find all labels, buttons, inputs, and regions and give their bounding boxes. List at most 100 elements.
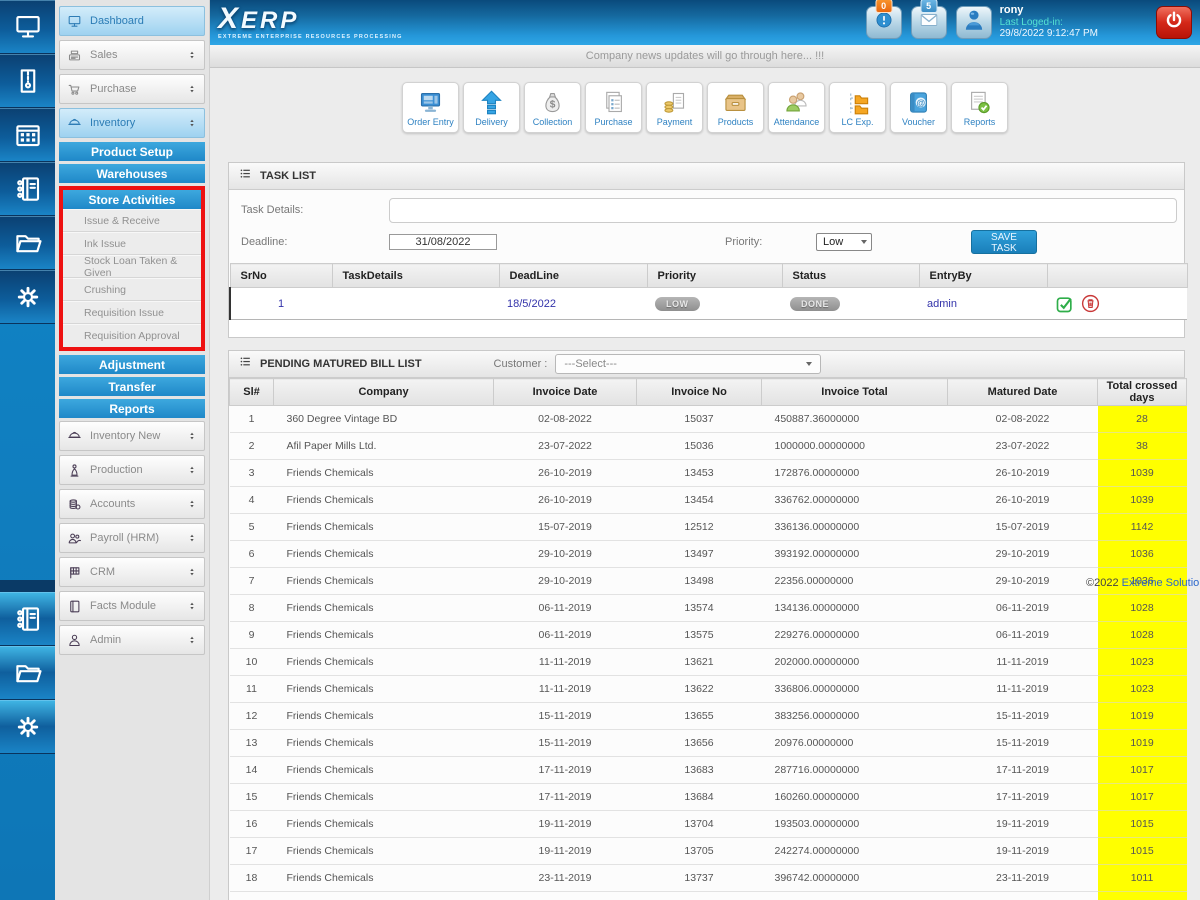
sidebar-section-transfer[interactable]: Transfer bbox=[59, 377, 205, 396]
sidebar-item-facts-module[interactable]: Facts Module bbox=[59, 591, 205, 621]
bill-invoice-no: 13574 bbox=[636, 594, 762, 622]
sidebar-item-payroll-hrm[interactable]: Payroll (HRM) bbox=[59, 523, 205, 553]
sort-icon bbox=[190, 534, 194, 542]
task-list-panel: TASK LIST Task Details: Deadline: Priori… bbox=[228, 162, 1188, 338]
power-icon bbox=[1163, 9, 1185, 36]
toolbar-lc-exp-button[interactable]: LC Exp. bbox=[829, 82, 886, 133]
customer-select[interactable]: ---Select--- bbox=[555, 354, 822, 374]
sidebar-item-admin[interactable]: Admin bbox=[59, 625, 205, 655]
sidebar-item-dashboard[interactable]: Dashboard bbox=[59, 6, 205, 36]
sidebar-section-adjustment[interactable]: Adjustment bbox=[59, 355, 205, 374]
pawn-icon bbox=[70, 463, 79, 477]
sidebar-item-inventory[interactable]: Inventory bbox=[59, 108, 205, 138]
sidebar-section-product-setup[interactable]: Product Setup bbox=[59, 142, 205, 161]
deadline-input[interactable] bbox=[389, 234, 497, 250]
bill-crossed-days: 1039 bbox=[1097, 459, 1187, 487]
strip-folder-button[interactable] bbox=[0, 216, 55, 270]
strip-monitor-button[interactable] bbox=[0, 0, 55, 54]
store-activity-ink-issue[interactable]: Ink Issue bbox=[63, 232, 201, 255]
bill-company: Friends Chemicals bbox=[273, 783, 494, 811]
strip-gap bbox=[0, 324, 55, 580]
store-activity-requisition-issue[interactable]: Requisition Issue bbox=[63, 301, 201, 324]
user-avatar[interactable] bbox=[955, 6, 992, 39]
toolbar-purchase-button[interactable]: Purchase bbox=[585, 82, 642, 133]
bill-invoice-no: 15036 bbox=[636, 432, 762, 460]
toolbar-collection-button[interactable]: $ Collection bbox=[524, 82, 581, 133]
sidebar-item-production[interactable]: Production bbox=[59, 455, 205, 485]
copyright: ©2022 Extreme Solutions. bbox=[1086, 577, 1200, 589]
sidebar-item-purchase[interactable]: Purchase bbox=[59, 74, 205, 104]
folder-icon bbox=[15, 234, 42, 252]
strip-gear-button[interactable] bbox=[0, 270, 55, 324]
task-details-input[interactable] bbox=[389, 198, 1177, 223]
sidebar-item-crm[interactable]: CRM bbox=[59, 557, 205, 587]
toolbar-products-button[interactable]: Products bbox=[707, 82, 764, 133]
bill-invoice-total: 336136.00000000 bbox=[761, 513, 948, 541]
delete-task-button[interactable] bbox=[1080, 293, 1101, 314]
bill-crossed-days: 1028 bbox=[1097, 621, 1187, 649]
task-entryby[interactable]: admin bbox=[919, 287, 1047, 320]
bill-company: Friends Chemicals bbox=[273, 648, 494, 676]
sidebar-section-warehouses[interactable]: Warehouses bbox=[59, 164, 205, 183]
task-table-header-row: SrNo TaskDetails DeadLine Priority Status Ent… bbox=[229, 263, 1188, 288]
zip-document-icon bbox=[20, 68, 35, 93]
bill-company: Friends Chemicals bbox=[273, 621, 494, 649]
task-deadline[interactable]: 18/5/2022 bbox=[499, 287, 647, 320]
bill-invoice-date: 11-11-2019 bbox=[493, 675, 637, 703]
bill-company: Friends Chemicals bbox=[273, 540, 494, 568]
bill-invoice-no: 13454 bbox=[636, 486, 762, 514]
toolbar-delivery-button[interactable]: Delivery bbox=[463, 82, 520, 133]
sidebar-section-store-activities[interactable]: Store Activities bbox=[63, 190, 201, 209]
store-activity-requisition-approval[interactable]: Requisition Approval bbox=[63, 324, 201, 347]
sidebar-item-sales[interactable]: Sales bbox=[59, 40, 205, 70]
strip-folder-button[interactable] bbox=[0, 646, 55, 700]
bill-matured-date: 15-11-2019 bbox=[947, 729, 1098, 757]
priority-value: Low bbox=[823, 236, 844, 248]
sidebar-item-accounts[interactable]: Accounts bbox=[59, 489, 205, 519]
bill-invoice-no: 13622 bbox=[636, 675, 762, 703]
store-activity-issue-receive[interactable]: Issue & Receive bbox=[63, 209, 201, 232]
sidebar-section-reports[interactable]: Reports bbox=[59, 399, 205, 418]
customer-label: Customer : bbox=[493, 358, 548, 370]
list-icon bbox=[239, 167, 252, 185]
strip-zip-document-button[interactable] bbox=[0, 54, 55, 108]
task-row[interactable]: 1 18/5/2022 LOW DONE admin bbox=[229, 287, 1187, 320]
bill-row: 5 Friends Chemicals 15-07-2019 12512 336136.… bbox=[229, 513, 1187, 541]
bill-matured-date: 06-11-2019 bbox=[947, 594, 1098, 622]
bill-invoice-no: 12512 bbox=[636, 513, 762, 541]
logo-rest: ERP bbox=[241, 7, 300, 35]
complete-task-button[interactable] bbox=[1055, 294, 1075, 314]
bill-sl: 10 bbox=[229, 648, 274, 676]
save-task-button[interactable]: SAVE TASK bbox=[971, 230, 1037, 254]
svg-text:@: @ bbox=[916, 97, 925, 107]
bill-sl: 3 bbox=[229, 459, 274, 487]
strip-notebook-button[interactable] bbox=[0, 162, 55, 216]
toolbar-attendance-button[interactable]: Attendance bbox=[768, 82, 825, 133]
logout-button[interactable] bbox=[1156, 6, 1192, 39]
sort-icon bbox=[190, 51, 194, 59]
notebook-icon bbox=[16, 176, 39, 201]
delivery-icon bbox=[481, 89, 502, 114]
bill-invoice-total: 193503.00000000 bbox=[761, 810, 948, 838]
task-priority: LOW bbox=[647, 287, 782, 320]
toolbar-reports-button[interactable]: Reports bbox=[951, 82, 1008, 133]
toolbar-order-entry-button[interactable]: Order Entry bbox=[402, 82, 459, 133]
bill-invoice-total: 20976.00000000 bbox=[761, 729, 948, 757]
strip-gear-button[interactable] bbox=[0, 700, 55, 754]
priority-select[interactable]: Low bbox=[816, 233, 872, 251]
toolbar-voucher-button[interactable]: @ Voucher bbox=[890, 82, 947, 133]
bill-crossed-days: 1019 bbox=[1097, 729, 1187, 757]
task-srno[interactable]: 1 bbox=[229, 287, 332, 320]
bill-sl: 17 bbox=[229, 837, 274, 865]
notifications-button[interactable]: 0 bbox=[865, 0, 902, 39]
strip-calendar-button[interactable] bbox=[0, 108, 55, 162]
store-activity-stock-loan-taken-given[interactable]: Stock Loan Taken & Given bbox=[63, 255, 201, 279]
strip-notebook-button[interactable] bbox=[0, 592, 55, 646]
sidebar-item-inventory-new[interactable]: Inventory New bbox=[59, 421, 205, 451]
task-actions bbox=[1047, 287, 1187, 320]
messages-button[interactable]: 5 bbox=[910, 0, 947, 39]
store-activity-crushing[interactable]: Crushing bbox=[63, 278, 201, 301]
copyright-link[interactable]: Extreme Solutions. bbox=[1122, 577, 1200, 589]
calendar-icon bbox=[15, 124, 40, 146]
toolbar-payment-button[interactable]: Payment bbox=[646, 82, 703, 133]
